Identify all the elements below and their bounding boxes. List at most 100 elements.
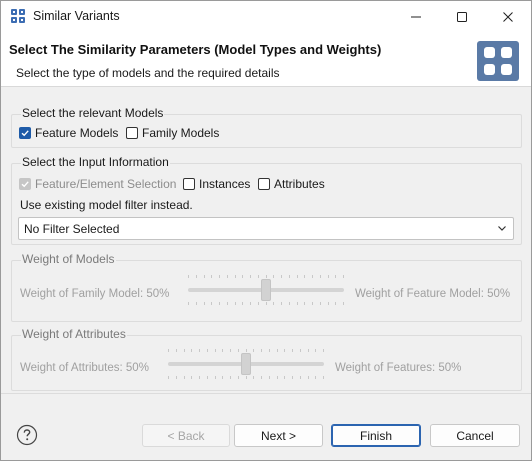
feature-models-checkbox[interactable]: Feature Models [19, 126, 118, 140]
model-filter-hint: Use existing model filter instead. [20, 198, 193, 212]
maximize-button[interactable] [439, 1, 485, 32]
slider-tick [219, 302, 220, 305]
slider-tick [246, 349, 247, 352]
slider-tick [215, 349, 216, 352]
slider-tick [289, 275, 290, 278]
slider-tick [227, 275, 228, 278]
slider-tick [292, 376, 293, 379]
slider-tick [199, 349, 200, 352]
slider-tick [343, 275, 344, 278]
minimize-button[interactable] [393, 1, 439, 32]
slider-tick [227, 302, 228, 305]
slider-tick [277, 349, 278, 352]
slider-tick [304, 275, 305, 278]
slider-tick [258, 275, 259, 278]
slider-tick [292, 349, 293, 352]
slider-tick [184, 349, 185, 352]
slider-thumb[interactable] [241, 353, 251, 375]
slider-tick [207, 349, 208, 352]
wizard-content: Select the relevant Models Feature Model… [1, 87, 531, 393]
slider-tick [312, 302, 313, 305]
feature-element-selection-checkbox[interactable]: Feature/Element Selection [19, 177, 176, 191]
slider-tick [308, 376, 309, 379]
header-banner: Select The Similarity Parameters (Model … [1, 32, 531, 87]
slider-tick [211, 275, 212, 278]
dialog-window: Similar Variants Select The Similarity P… [0, 0, 532, 461]
weight-attributes-group: Weight of Attributes Weight of Attribute… [11, 327, 522, 391]
checkbox-unchecked-icon [126, 127, 138, 139]
slider-tick [315, 376, 316, 379]
family-models-checkbox[interactable]: Family Models [126, 126, 219, 140]
instances-checkbox[interactable]: Instances [183, 177, 250, 191]
slider-tick [328, 302, 329, 305]
weight-feature-model-label: Weight of Feature Model: 50% [355, 288, 511, 300]
slider-tick [258, 302, 259, 305]
slider-tick [289, 302, 290, 305]
finish-button[interactable]: Finish [331, 424, 421, 447]
slider-tick [335, 302, 336, 305]
page-subtitle: Select the type of models and the requir… [16, 66, 280, 80]
input-info-group-label: Select the Input Information [21, 155, 170, 169]
slider-tick [312, 275, 313, 278]
slider-tick [235, 275, 236, 278]
slider-tick [204, 302, 205, 305]
slider-thumb[interactable] [261, 279, 271, 301]
slider-tick [250, 302, 251, 305]
slider-tick [253, 376, 254, 379]
weight-attributes-group-label: Weight of Attributes [21, 327, 127, 341]
title-bar: Similar Variants [1, 1, 531, 32]
slider-tick [176, 349, 177, 352]
slider-tick [168, 376, 169, 379]
checkbox-checked-icon [19, 127, 31, 139]
slider-tick [246, 376, 247, 379]
back-button[interactable]: < Back [142, 424, 230, 447]
slider-tick [304, 302, 305, 305]
slider-tick [230, 376, 231, 379]
slider-tick [199, 376, 200, 379]
slider-tick [323, 376, 324, 379]
minimize-icon [411, 16, 421, 17]
close-button[interactable] [485, 1, 531, 32]
model-filter-select-value: No Filter Selected [24, 221, 120, 236]
slider-tick [343, 302, 344, 305]
weight-models-group: Weight of Models Weight of Family Model:… [11, 252, 522, 322]
checkbox-unchecked-icon [183, 178, 195, 190]
weight-models-slider[interactable] [188, 275, 344, 305]
slider-tick [284, 376, 285, 379]
instances-label: Instances [199, 177, 251, 191]
slider-tick [266, 302, 267, 305]
models-group-label: Select the relevant Models [21, 106, 165, 120]
slider-tick [273, 275, 274, 278]
slider-tick [261, 349, 262, 352]
dialog-footer: < Back Next > Finish Cancel [1, 393, 531, 460]
wizard-grid-icon [477, 41, 519, 81]
slider-tick [323, 349, 324, 352]
slider-tick [168, 349, 169, 352]
slider-tick [297, 302, 298, 305]
slider-tick [222, 376, 223, 379]
cancel-button[interactable]: Cancel [430, 424, 520, 447]
slider-tick [242, 275, 243, 278]
slider-tick [308, 349, 309, 352]
help-icon[interactable] [16, 424, 38, 446]
window-title: Similar Variants [33, 9, 120, 23]
slider-tick [284, 349, 285, 352]
slider-tick [188, 275, 189, 278]
attributes-label: Attributes [274, 177, 325, 191]
models-group: Select the relevant Models Feature Model… [11, 106, 522, 148]
slider-tick [269, 349, 270, 352]
model-filter-select[interactable]: No Filter Selected [18, 217, 514, 240]
slider-tick [315, 349, 316, 352]
slider-tick [266, 275, 267, 278]
slider-tick [273, 302, 274, 305]
next-button[interactable]: Next > [234, 424, 323, 447]
slider-tick [176, 376, 177, 379]
slider-tick [242, 302, 243, 305]
weight-attributes-slider[interactable] [168, 349, 324, 379]
slider-tick [320, 275, 321, 278]
slider-tick [191, 376, 192, 379]
attributes-checkbox[interactable]: Attributes [258, 177, 325, 191]
slider-tick [238, 376, 239, 379]
feature-element-selection-label: Feature/Element Selection [35, 177, 177, 191]
slider-tick [300, 376, 301, 379]
